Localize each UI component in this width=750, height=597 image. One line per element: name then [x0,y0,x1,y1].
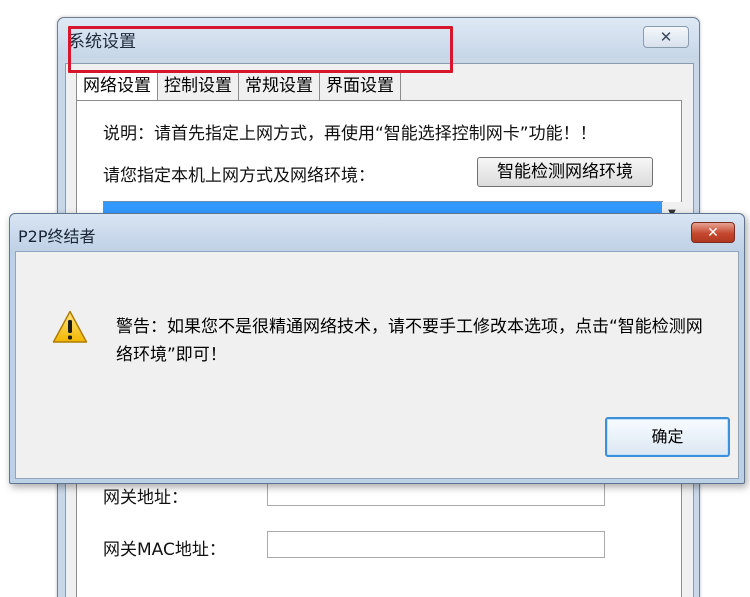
tab-control-settings[interactable]: 控制设置 [157,72,239,100]
settings-close-button[interactable]: ✕ [643,26,689,48]
tab-network-settings[interactable]: 网络设置 [76,70,158,101]
settings-tab-strip: 网络设置 控制设置 常规设置 界面设置 [76,70,401,101]
warning-dialog-body: 警告：如果您不是很精通网络技术，请不要手工修改本选项，点击“智能检测网络环境”即… [15,251,739,479]
warning-message: 警告：如果您不是很精通网络技术，请不要手工修改本选项，点击“智能检测网络环境”即… [116,317,703,365]
warning-dialog: P2P终结者 ✕ 警告：如果您不是很精通网络技术，请不要手工修改本选项，点击“智… [9,213,745,484]
gateway-mac-input[interactable] [267,531,605,558]
warning-icon [52,310,88,343]
smart-detect-network-button[interactable]: 智能检测网络环境 [477,157,653,187]
warning-close-button[interactable]: ✕ [691,222,735,243]
ok-button[interactable]: 确定 [605,417,730,457]
network-mode-prompt: 请您指定本机上网方式及网络环境： [103,166,375,186]
settings-titlebar: 系统设置 ✕ [58,18,699,58]
warning-dialog-titlebar: P2P终结者 ✕ [10,214,744,251]
tab-interface-settings[interactable]: 界面设置 [319,72,401,100]
settings-window-title: 系统设置 [68,32,136,52]
gateway-address-label: 网关地址： [103,488,188,508]
description-text: 说明：请首先指定上网方式，再使用“智能选择控制网卡”功能！！ [103,124,597,144]
tab-general-settings[interactable]: 常规设置 [238,72,320,100]
close-icon: ✕ [659,28,673,46]
close-icon: ✕ [707,224,719,241]
gateway-mac-label: 网关MAC地址： [103,540,226,560]
warning-dialog-title: P2P终结者 [18,227,96,246]
